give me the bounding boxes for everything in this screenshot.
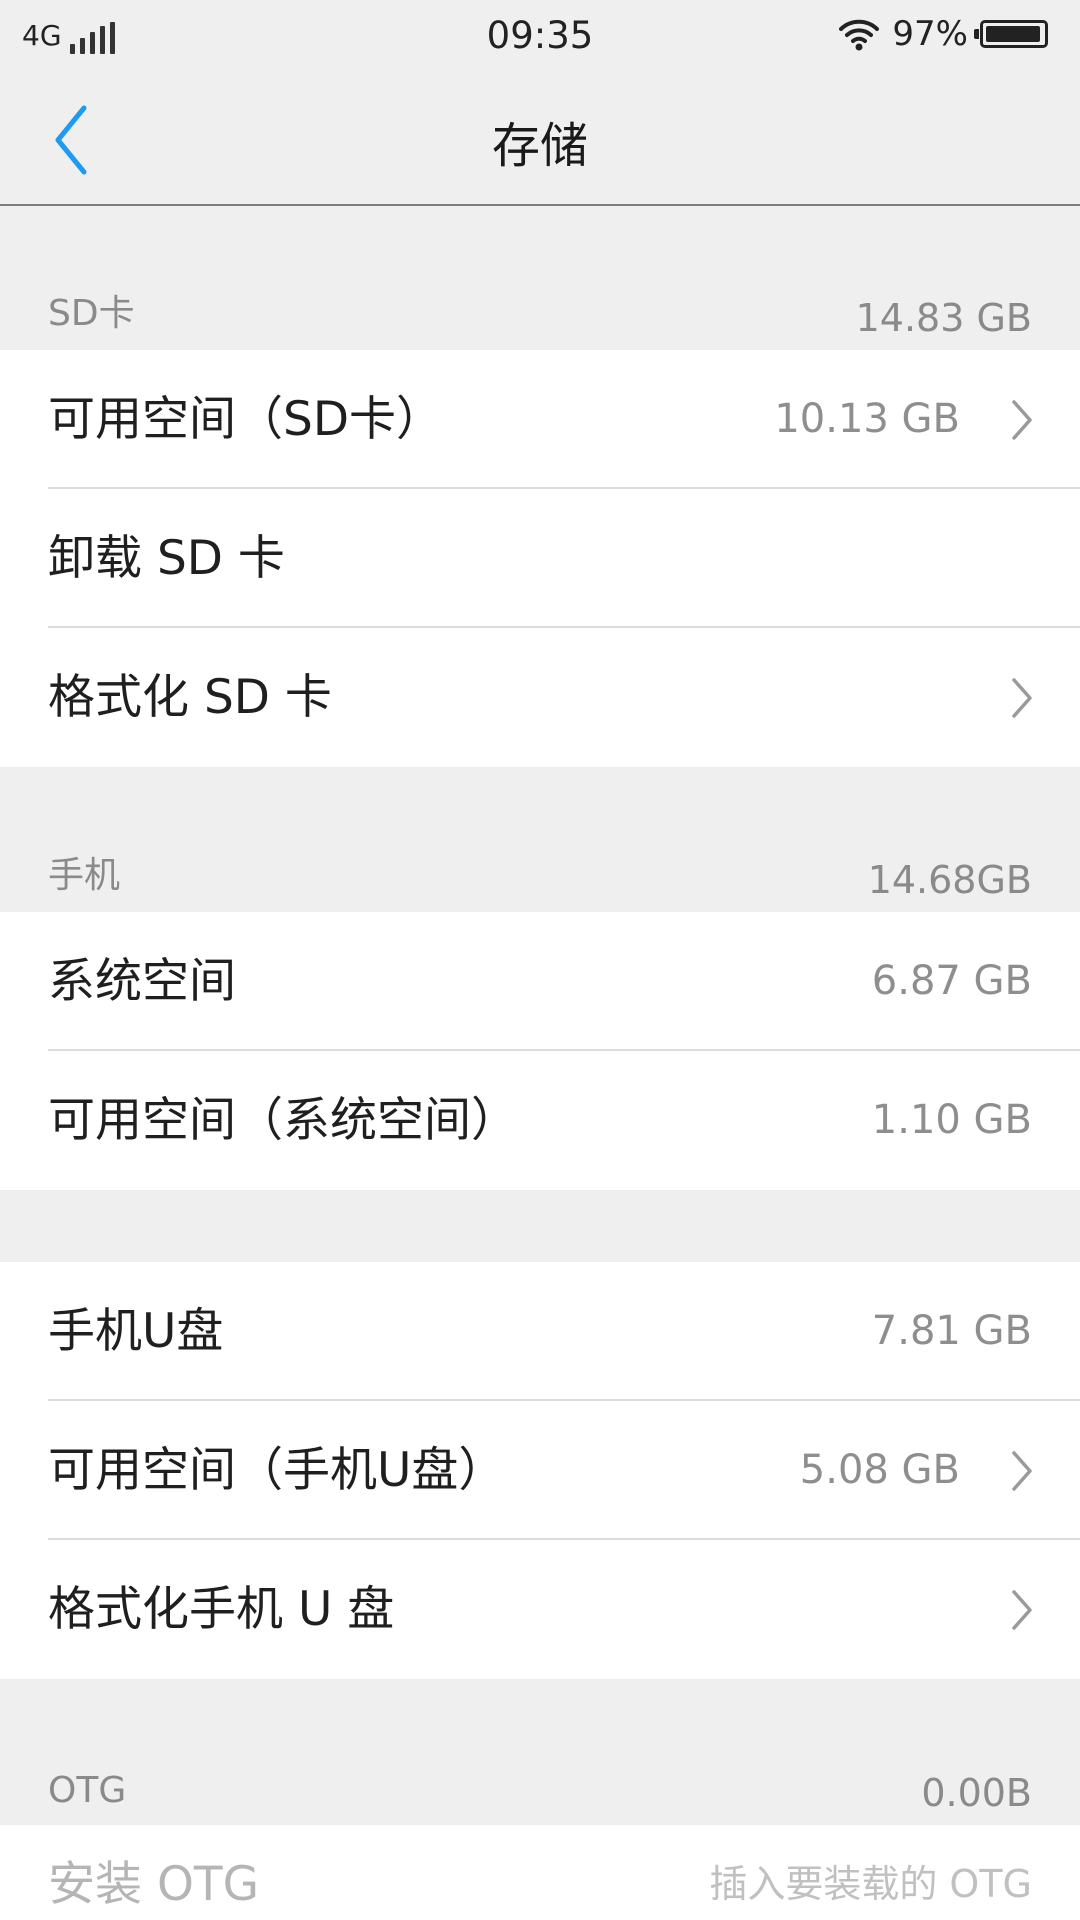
row-label: 可用空间（SD卡）: [48, 392, 444, 447]
battery-fill: [986, 26, 1040, 42]
section-header-phone: 手机 14.68GB: [0, 852, 1080, 912]
chevron-right-icon: [1012, 678, 1032, 718]
section-title: OTG: [48, 1770, 127, 1811]
phone-udisk-row[interactable]: 手机U盘 7.81 GB: [0, 1262, 1080, 1401]
udisk-card-group: 手机U盘 7.81 GB 可用空间（手机U盘） 5.08 GB 格式化手机 U …: [0, 1262, 1080, 1679]
otg-card-group: 安装 OTG 插入要装载的 OTG: [0, 1825, 1080, 1920]
row-value: 1.10 GB: [871, 1097, 1032, 1143]
chevron-right-icon: [1012, 400, 1032, 440]
unmount-sd-row[interactable]: 卸载 SD 卡: [0, 489, 1080, 628]
row-label: 系统空间: [48, 954, 236, 1009]
row-value: 插入要装载的 OTG: [709, 1862, 1032, 1906]
section-header-otg: OTG 0.00B: [0, 1765, 1080, 1825]
wifi-icon: [839, 19, 880, 51]
row-label: 可用空间（手机U盘）: [48, 1443, 506, 1498]
section-title: 手机: [48, 855, 121, 896]
udisk-available-space-row[interactable]: 可用空间（手机U盘） 5.08 GB: [0, 1401, 1080, 1540]
system-space-row[interactable]: 系统空间 6.87 GB: [0, 912, 1080, 1051]
section-total: 0.00B: [921, 1771, 1032, 1815]
row-label: 格式化手机 U 盘: [48, 1582, 395, 1637]
row-label: 格式化 SD 卡: [48, 670, 332, 725]
row-value: 5.08 GB: [799, 1447, 960, 1493]
sd-card-group: 可用空间（SD卡） 10.13 GB 卸载 SD 卡 格式化 SD 卡: [0, 350, 1080, 767]
section-total: 14.83 GB: [855, 296, 1032, 340]
format-udisk-row[interactable]: 格式化手机 U 盘: [0, 1540, 1080, 1679]
chevron-right-icon: [1012, 1590, 1032, 1630]
row-label: 安装 OTG: [48, 1857, 260, 1912]
battery-icon: [974, 20, 1048, 48]
chevron-right-icon: [1012, 1451, 1032, 1491]
row-label: 可用空间（系统空间）: [48, 1093, 518, 1148]
section-total: 14.68GB: [867, 858, 1032, 902]
row-label: 手机U盘: [48, 1304, 224, 1359]
section-title: SD卡: [48, 293, 135, 334]
page-title: 存储: [491, 118, 588, 174]
row-label: 卸载 SD 卡: [48, 531, 285, 586]
format-sd-row[interactable]: 格式化 SD 卡: [0, 628, 1080, 767]
sd-available-space-row[interactable]: 可用空间（SD卡） 10.13 GB: [0, 350, 1080, 489]
row-value: 7.81 GB: [871, 1308, 1032, 1354]
system-available-space-row[interactable]: 可用空间（系统空间） 1.10 GB: [0, 1051, 1080, 1190]
row-value: 10.13 GB: [774, 396, 960, 442]
status-bar: 4G 09:35 97%: [0, 0, 1080, 70]
section-header-sd: SD卡 14.83 GB: [0, 290, 1080, 350]
row-value: 6.87 GB: [871, 958, 1032, 1004]
battery-percent: 97%: [892, 14, 968, 54]
nav-bar: 存储: [0, 70, 1080, 206]
install-otg-row[interactable]: 安装 OTG 插入要装载的 OTG: [0, 1825, 1080, 1920]
phone-card-group: 系统空间 6.87 GB 可用空间（系统空间） 1.10 GB: [0, 912, 1080, 1190]
status-right: 97%: [838, 14, 1048, 54]
